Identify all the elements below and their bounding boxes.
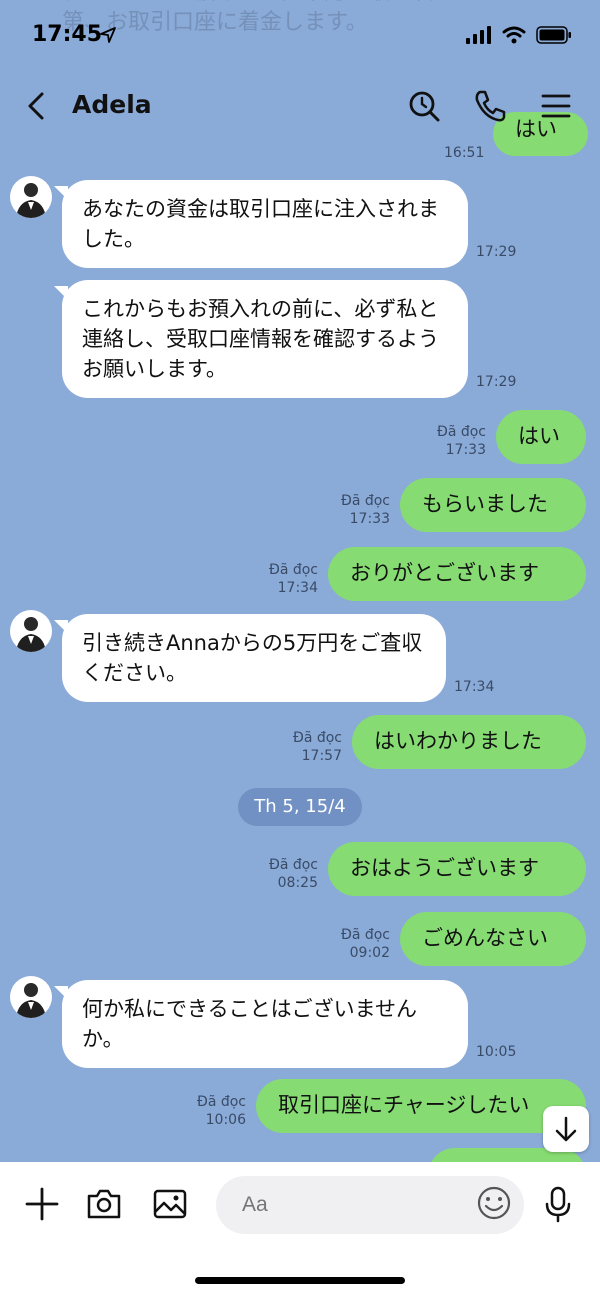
plus-icon[interactable] — [22, 1184, 62, 1224]
avatar[interactable] — [10, 610, 52, 652]
status-time: 17:45 — [32, 22, 103, 47]
search-icon[interactable] — [406, 88, 442, 124]
outgoing-message-bubble: もらいました — [400, 478, 586, 532]
signal-icon — [466, 26, 491, 44]
outgoing-message-bubble: おりがとございます — [328, 547, 586, 601]
phone-icon[interactable] — [472, 88, 508, 124]
date-separator: Th 5, 15/4 — [238, 788, 362, 826]
outgoing-message-bubble: 取引口座にチャージしたい — [256, 1079, 586, 1133]
menu-icon[interactable] — [538, 88, 574, 124]
incoming-message-bubble: これからもお預入れの前に、必ず私と連絡し、受取口座情報を確認するようお願いします… — [54, 280, 468, 398]
wifi-icon — [502, 26, 526, 44]
read-receipt: Đã đọc 10:06 — [196, 1094, 246, 1128]
battery-icon — [536, 26, 571, 44]
back-chevron-icon[interactable] — [22, 88, 52, 124]
message-time: 17:34 — [454, 679, 495, 695]
avatar[interactable] — [10, 976, 52, 1018]
message-time: 17:29 — [476, 374, 517, 390]
image-icon[interactable] — [150, 1184, 190, 1224]
read-receipt: Đã đọc 17:33 — [436, 424, 486, 458]
status-bar: 17:45 — [0, 0, 600, 70]
incoming-message-bubble: 何か私にできることはございませんか。 — [54, 980, 468, 1068]
read-receipt: Đã đọc 17:57 — [292, 730, 342, 764]
microphone-icon[interactable] — [538, 1184, 578, 1224]
incoming-message-bubble: あなたの資金は取引口座に注入されました。 — [54, 180, 468, 268]
chat-header: Adela — [0, 70, 600, 140]
message-time: 16:51 — [444, 145, 485, 161]
read-receipt: Đã đọc 17:33 — [340, 493, 390, 527]
read-receipt: Đã đọc 09:02 — [340, 927, 390, 961]
chat-title: Adela — [72, 90, 152, 119]
message-time: 10:05 — [476, 1044, 517, 1060]
composer-bar — [0, 1162, 600, 1299]
scroll-to-bottom-button[interactable] — [543, 1106, 589, 1152]
emoji-icon[interactable] — [474, 1183, 514, 1223]
message-time: 17:29 — [476, 244, 517, 260]
outgoing-message-bubble: おはようございます — [328, 842, 586, 896]
read-receipt: Đã đọc 17:34 — [268, 562, 318, 596]
arrow-down-icon — [555, 1116, 577, 1142]
home-indicator — [195, 1277, 405, 1284]
outgoing-message-bubble: はい — [496, 410, 586, 464]
outgoing-message-bubble: ごめんなさい — [400, 912, 586, 966]
incoming-message-bubble: 引き続きAnnaからの5万円をご査収ください。 — [54, 614, 446, 702]
read-receipt: Đã đọc 08:25 — [268, 857, 318, 891]
outgoing-message-bubble: はいわかりました — [352, 715, 586, 769]
camera-icon[interactable] — [84, 1184, 124, 1224]
message-input[interactable] — [240, 1192, 444, 1218]
location-arrow-icon — [100, 27, 116, 43]
avatar[interactable] — [10, 176, 52, 218]
